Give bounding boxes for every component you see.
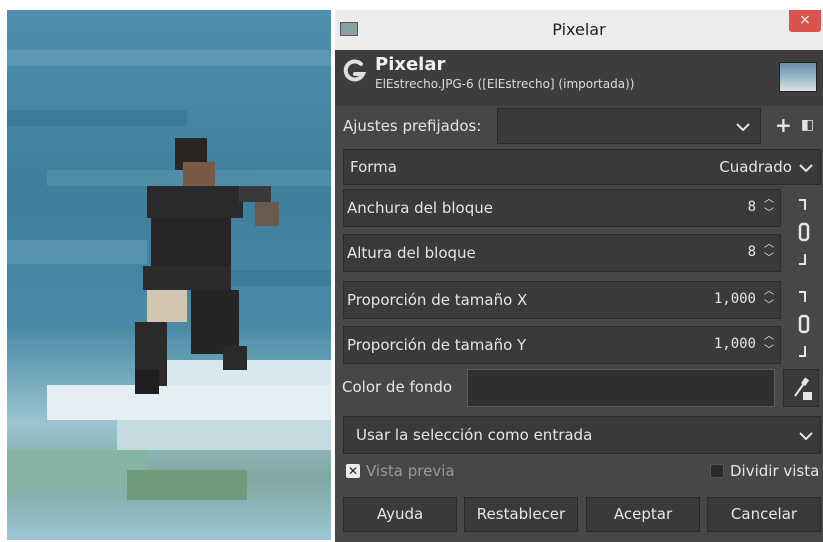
ratio-y-value: 1,000 bbox=[713, 336, 756, 352]
presets-menu-icon[interactable]: ◧ bbox=[801, 117, 814, 133]
block-height-label: Altura del bloque bbox=[347, 244, 476, 262]
chevron-down-icon bbox=[799, 164, 813, 173]
shape-value: Cuadrado bbox=[719, 158, 792, 176]
presets-label: Ajustes prefijados: bbox=[343, 117, 482, 135]
input-mode-value: Usar la selección como entrada bbox=[356, 426, 593, 444]
block-height-spinbutton[interactable]: Altura del bloque 8 ︿ ﹀ bbox=[343, 234, 781, 272]
background-color-button[interactable] bbox=[467, 369, 775, 407]
background-color-label: Color de fondo bbox=[342, 378, 453, 396]
block-width-value: 8 bbox=[747, 199, 756, 215]
block-width-label: Anchura del bloque bbox=[347, 199, 493, 217]
add-preset-icon[interactable]: + bbox=[775, 113, 792, 137]
spin-arrows-icon[interactable]: ︿ ﹀ bbox=[761, 193, 777, 223]
chain-link-icon[interactable] bbox=[793, 288, 813, 360]
presets-combo[interactable] bbox=[497, 108, 761, 144]
split-view-checkbox[interactable] bbox=[710, 464, 724, 478]
preview-label[interactable]: Vista previa bbox=[366, 462, 455, 480]
ratio-x-spinbutton[interactable]: Proporción de tamaño X 1,000 ︿ ﹀ bbox=[343, 281, 781, 319]
gimp-logo-icon bbox=[343, 59, 367, 82]
ratio-y-spinbutton[interactable]: Proporción de tamaño Y 1,000 ︿ ﹀ bbox=[343, 326, 781, 364]
block-width-spinbutton[interactable]: Anchura del bloque 8 ︿ ﹀ bbox=[343, 189, 781, 227]
preview-thumbnail bbox=[779, 62, 817, 92]
shape-label: Forma bbox=[350, 158, 397, 176]
close-button[interactable]: × bbox=[789, 10, 821, 32]
help-button[interactable]: Ayuda bbox=[343, 497, 457, 532]
color-picker-button[interactable] bbox=[783, 369, 819, 407]
shape-combo[interactable]: Forma Cuadrado bbox=[343, 149, 821, 185]
pixelar-dialog: Pixelar × Pixelar ElEstrecho.JPG-6 ([ElE… bbox=[335, 10, 823, 542]
cancel-button[interactable]: Cancelar bbox=[707, 497, 821, 532]
input-mode-combo[interactable]: Usar la selección como entrada bbox=[343, 416, 821, 454]
preview-checkbox[interactable]: ✕ bbox=[346, 464, 360, 478]
reset-button[interactable]: Restablecer bbox=[464, 497, 578, 532]
split-view-label[interactable]: Dividir vista bbox=[730, 462, 819, 480]
ratio-x-label: Proporción de tamaño X bbox=[347, 291, 528, 309]
ok-button[interactable]: Aceptar bbox=[586, 497, 700, 532]
spin-arrows-icon[interactable]: ︿ ﹀ bbox=[761, 238, 777, 268]
ratio-x-value: 1,000 bbox=[713, 291, 756, 307]
spin-arrows-icon[interactable]: ︿ ﹀ bbox=[761, 330, 777, 360]
window-title: Pixelar bbox=[552, 20, 606, 39]
plugin-name: Pixelar bbox=[375, 54, 446, 75]
chain-link-icon[interactable] bbox=[793, 196, 813, 268]
block-height-value: 8 bbox=[747, 244, 756, 260]
plugin-header: Pixelar ElEstrecho.JPG-6 ([ElEstrecho] (… bbox=[335, 50, 823, 106]
chevron-down-icon bbox=[736, 123, 750, 132]
image-info: ElEstrecho.JPG-6 ([ElEstrecho] (importad… bbox=[375, 77, 635, 91]
ratio-y-label: Proporción de tamaño Y bbox=[347, 336, 527, 354]
window-titlebar: Pixelar × bbox=[335, 10, 823, 51]
spin-arrows-icon[interactable]: ︿ ﹀ bbox=[761, 285, 777, 315]
chevron-down-icon bbox=[799, 432, 813, 441]
color-picker-icon bbox=[794, 377, 812, 400]
pixelated-image-canvas bbox=[7, 10, 331, 540]
